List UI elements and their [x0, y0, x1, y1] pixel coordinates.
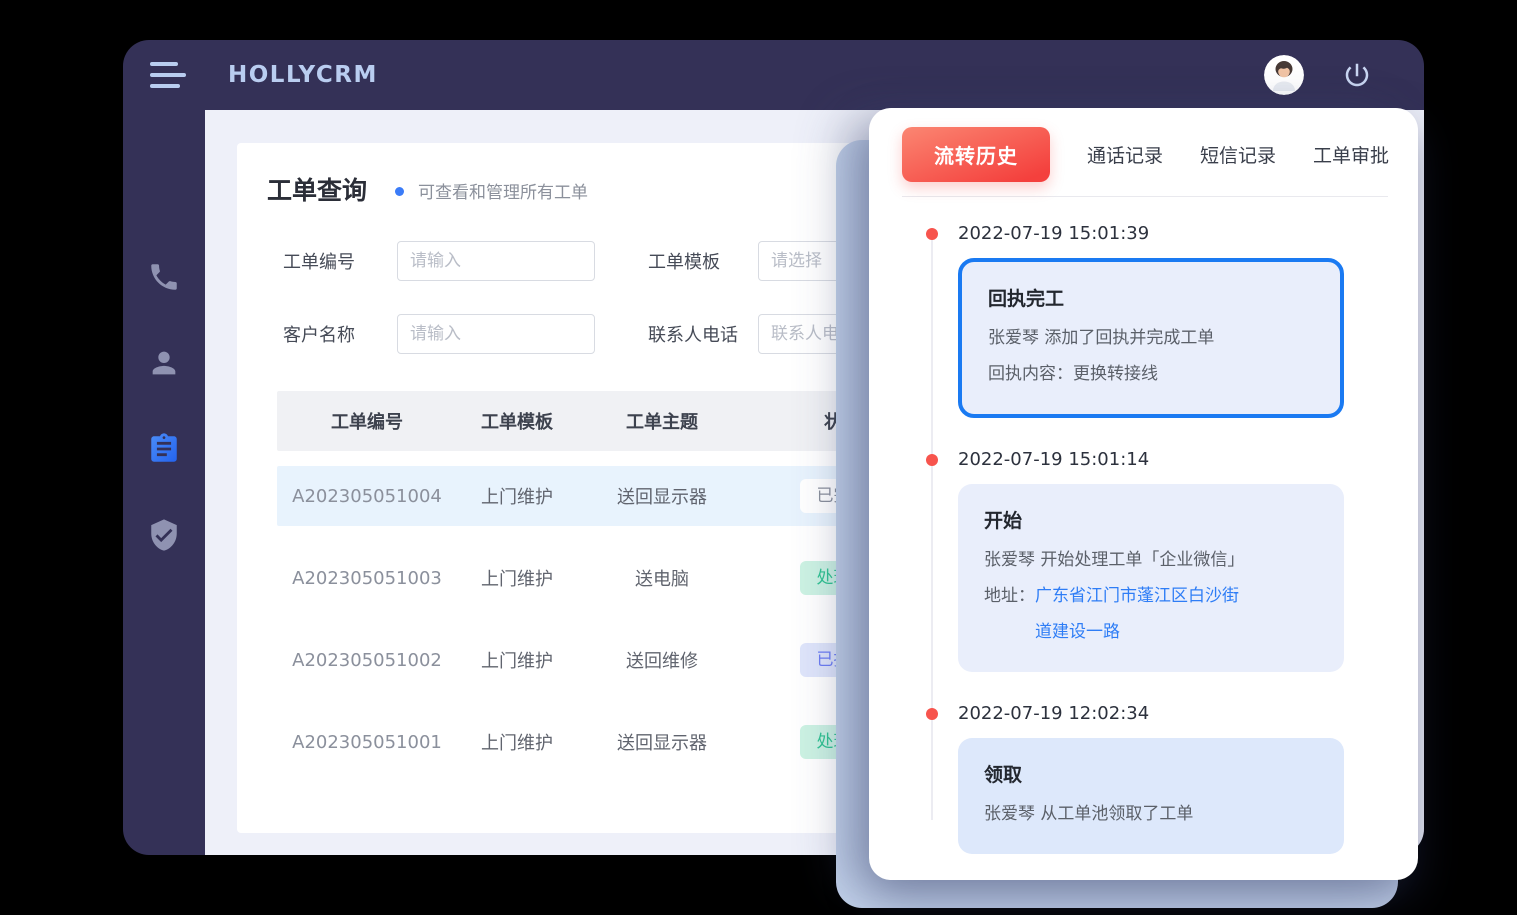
timeline-card-claimed: 领取 张爱琴 从工单池领取了工单	[958, 738, 1344, 854]
address-link[interactable]: 广东省江门市蓬江区白沙街道建设一路	[1035, 578, 1249, 650]
tab-approval[interactable]: 工单审批	[1313, 141, 1389, 168]
user-avatar[interactable]	[1264, 55, 1304, 95]
cell-order-id: A202305051004	[292, 486, 442, 507]
work-order-detail-panel: 流转历史 通话记录 短信记录 工单审批 2022-07-19 15:01:39 …	[869, 108, 1418, 880]
timeline-entry: 2022-07-19 15:01:39 回执完工 张爱琴 添加了回执并完成工单 …	[926, 223, 1388, 418]
column-header: 工单主题	[626, 408, 698, 434]
timeline-dot-icon	[926, 454, 938, 466]
app-logo: HOLLYCRM	[228, 62, 378, 88]
timeline-entry: 2022-07-19 12:02:34 领取 张爱琴 从工单池领取了工单	[926, 703, 1388, 854]
timeline-timestamp: 2022-07-19 15:01:14	[958, 449, 1388, 470]
timeline-card-start: 开始 张爱琴 开始处理工单「企业微信」 地址： 广东省江门市蓬江区白沙街道建设一…	[958, 484, 1344, 672]
sidebar-item-calls[interactable]	[147, 260, 181, 294]
detail-tabs: 流转历史 通话记录 短信记录 工单审批	[869, 108, 1418, 182]
sidebar-item-security[interactable]	[147, 518, 181, 552]
topbar-actions	[1264, 55, 1372, 95]
cell-template: 上门维护	[481, 483, 553, 509]
customer-name-input[interactable]	[397, 314, 595, 354]
timeline: 2022-07-19 15:01:39 回执完工 张爱琴 添加了回执并完成工单 …	[926, 223, 1388, 854]
filter-label-order-no: 工单编号	[283, 248, 397, 274]
event-title: 领取	[984, 760, 1318, 787]
sidebar-item-work-orders[interactable]	[147, 432, 181, 466]
top-bar: HOLLYCRM	[123, 40, 1424, 110]
event-address-row: 地址： 广东省江门市蓬江区白沙街道建设一路	[984, 578, 1318, 650]
tab-flow-history[interactable]: 流转历史	[902, 127, 1050, 182]
cell-template: 上门维护	[481, 647, 553, 673]
address-label: 地址：	[984, 578, 1035, 614]
subtitle-dot-icon	[395, 187, 404, 196]
timeline-timestamp: 2022-07-19 15:01:39	[958, 223, 1388, 244]
event-title: 回执完工	[988, 284, 1314, 311]
timeline-dot-icon	[926, 228, 938, 240]
filter-label-template: 工单模板	[648, 248, 758, 274]
filter-label-contact-phone: 联系人电话	[648, 321, 758, 347]
cell-template: 上门维护	[481, 729, 553, 755]
filter-label-customer: 客户名称	[283, 321, 397, 347]
page-subtitle: 可查看和管理所有工单	[418, 178, 588, 203]
left-sidebar	[123, 110, 205, 855]
event-line: 张爱琴 从工单池领取了工单	[984, 796, 1318, 832]
page-title: 工单查询	[267, 171, 367, 207]
flow-history-body: 2022-07-19 15:01:39 回执完工 张爱琴 添加了回执并完成工单 …	[869, 197, 1418, 854]
cell-subject: 送电脑	[635, 565, 689, 591]
cell-template: 上门维护	[481, 565, 553, 591]
timeline-dot-icon	[926, 708, 938, 720]
cell-order-id: A202305051001	[292, 732, 442, 753]
cell-subject: 送回维修	[626, 647, 698, 673]
timeline-entry: 2022-07-19 15:01:14 开始 张爱琴 开始处理工单「企业微信」 …	[926, 449, 1388, 672]
tab-call-records[interactable]: 通话记录	[1087, 141, 1163, 168]
event-line: 回执内容：更换转接线	[988, 356, 1314, 392]
order-no-input[interactable]	[397, 241, 595, 281]
timeline-timestamp: 2022-07-19 12:02:34	[958, 703, 1388, 724]
sidebar-item-customers[interactable]	[147, 346, 181, 380]
logout-power-icon[interactable]	[1342, 60, 1372, 90]
cell-order-id: A202305051002	[292, 650, 442, 671]
event-line: 张爱琴 添加了回执并完成工单	[988, 320, 1314, 356]
event-line: 张爱琴 开始处理工单「企业微信」	[984, 542, 1318, 578]
cell-subject: 送回显示器	[617, 483, 707, 509]
menu-hamburger-icon[interactable]	[150, 58, 188, 92]
event-title: 开始	[984, 506, 1318, 533]
cell-order-id: A202305051003	[292, 568, 442, 589]
column-header: 工单模板	[481, 408, 553, 434]
tab-sms-records[interactable]: 短信记录	[1200, 141, 1276, 168]
timeline-card-completed[interactable]: 回执完工 张爱琴 添加了回执并完成工单 回执内容：更换转接线	[958, 258, 1344, 418]
cell-subject: 送回显示器	[617, 729, 707, 755]
column-header: 工单编号	[331, 408, 403, 434]
